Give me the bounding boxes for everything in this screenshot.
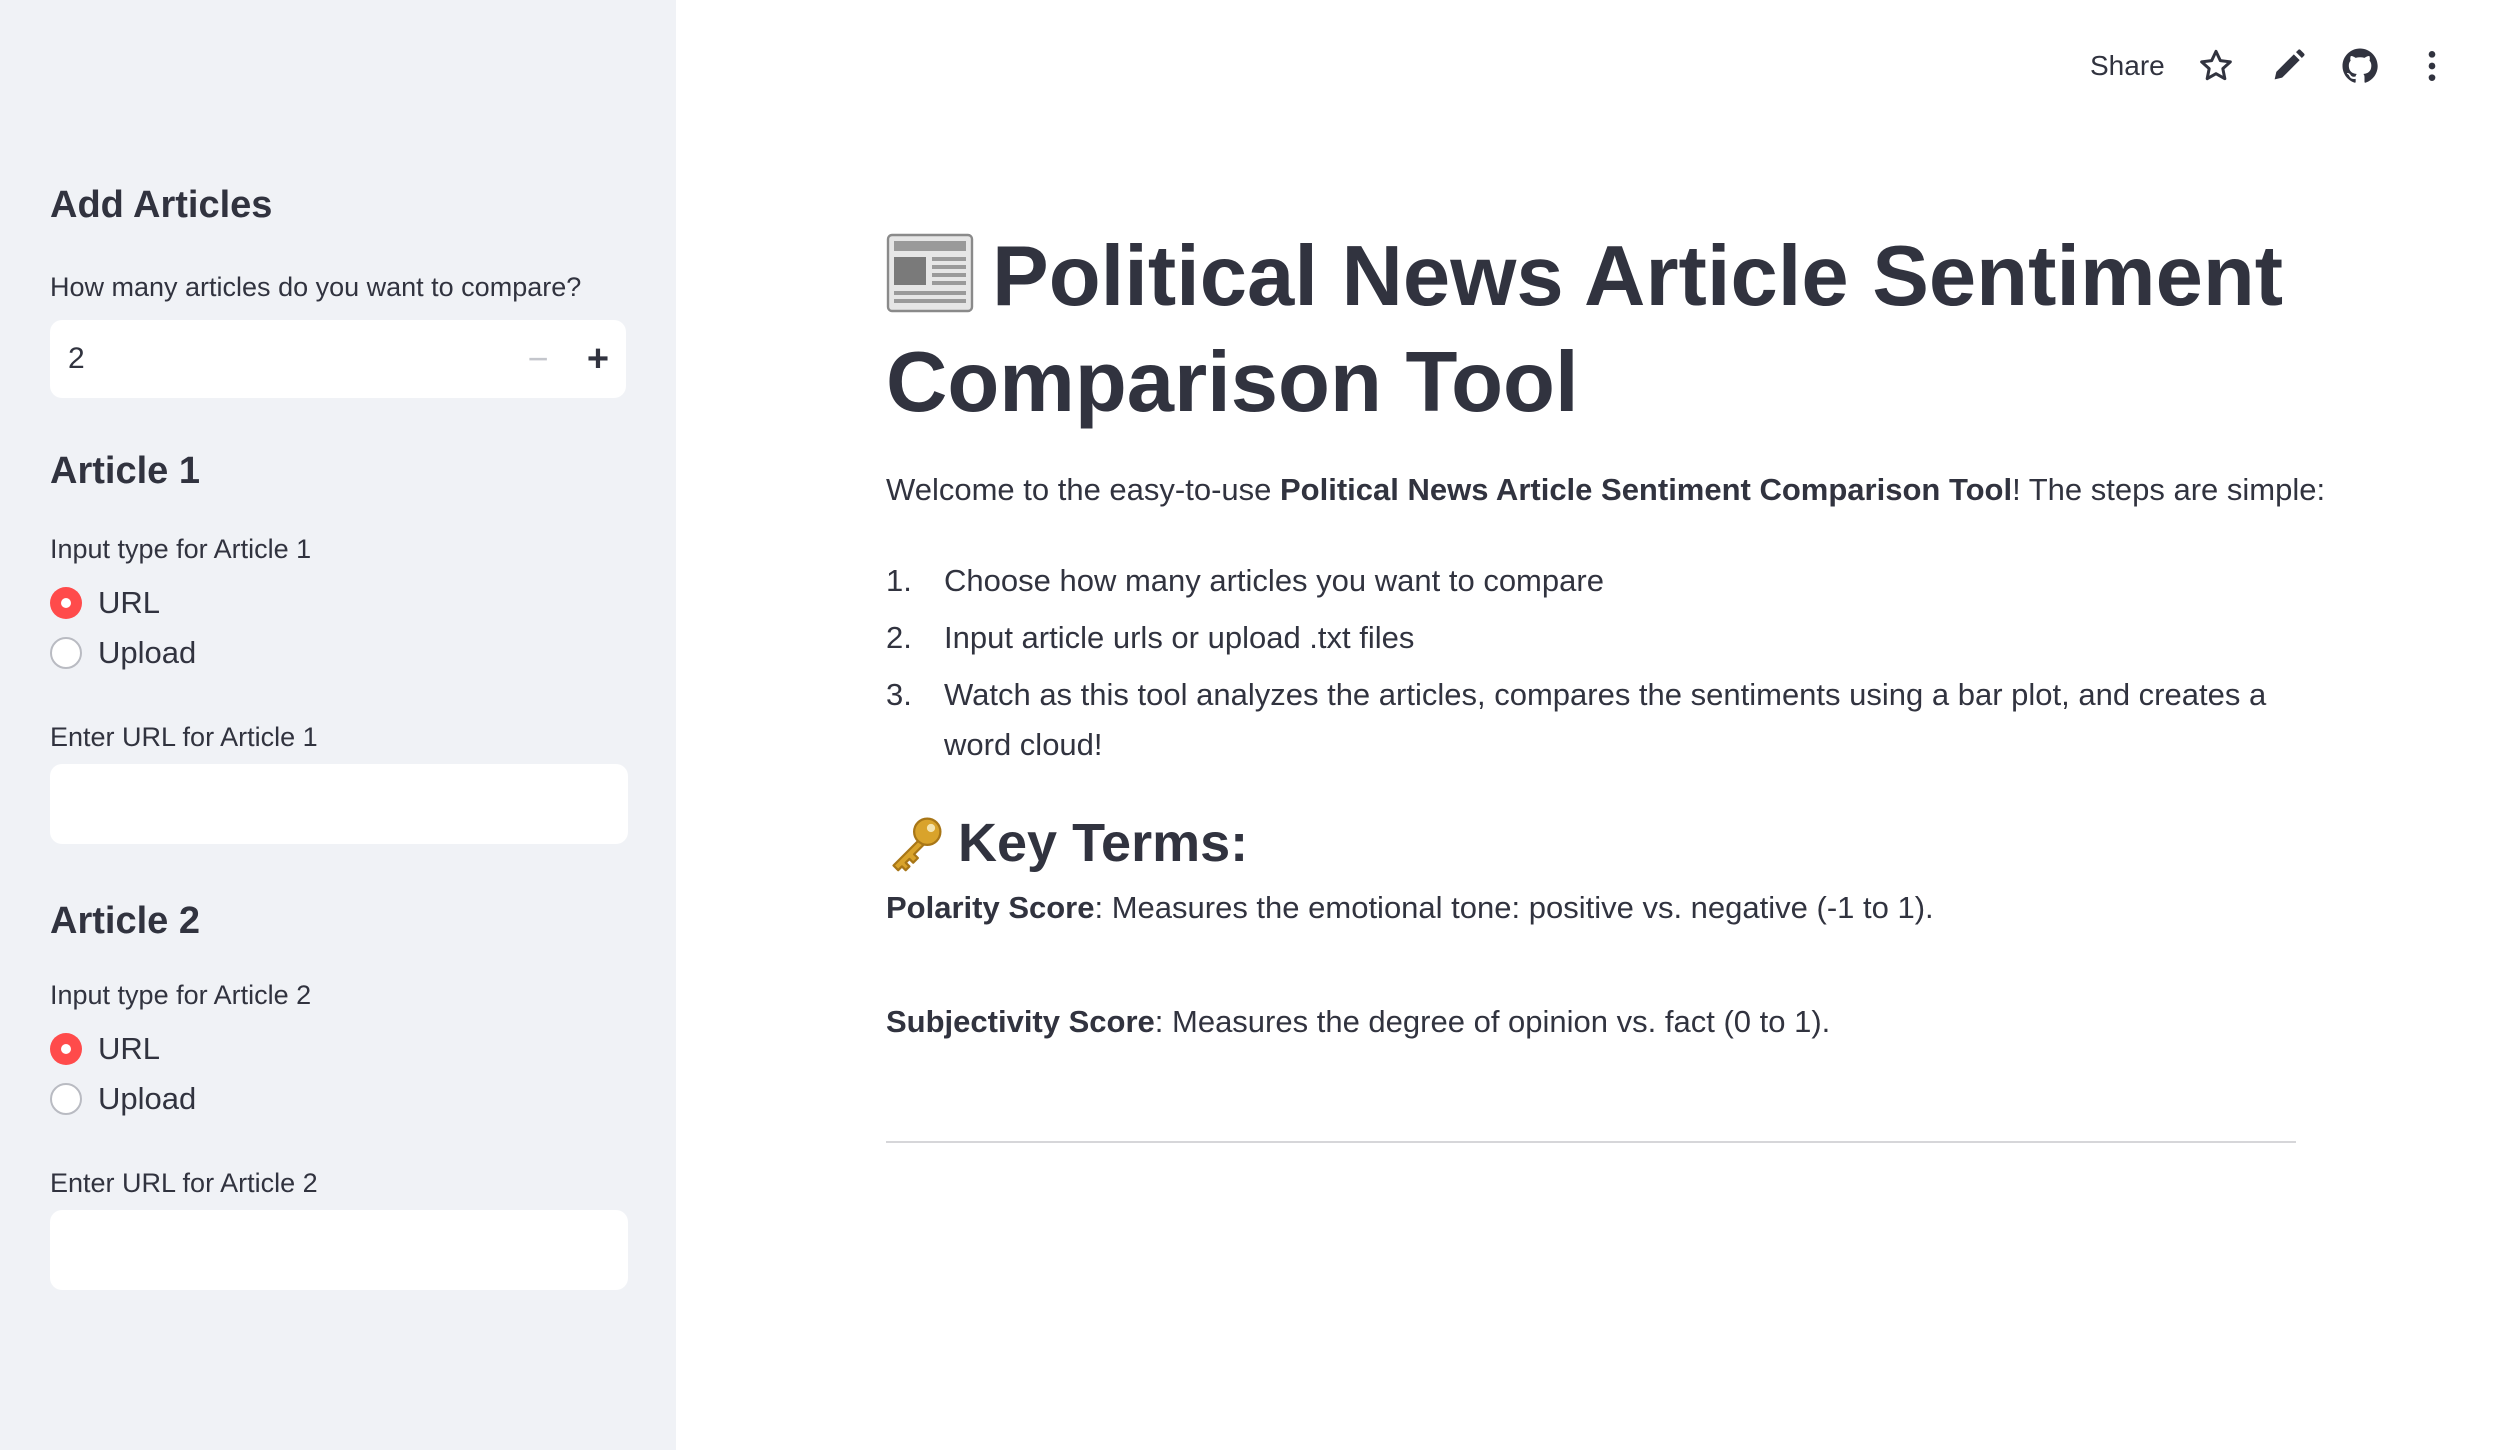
star-icon[interactable]	[2196, 46, 2236, 86]
step-number: 2.	[886, 620, 912, 655]
steps-list: 1. Choose how many articles you want to …	[886, 556, 2316, 777]
step-text: Watch as this tool analyzes the articles…	[944, 677, 2267, 762]
radio-selected-indicator[interactable]	[50, 587, 82, 619]
page-title: Political News Article Sentiment Compari…	[886, 224, 2326, 436]
radio-indicator[interactable]	[50, 637, 82, 669]
increment-button[interactable]: +	[570, 328, 626, 390]
key-terms-title: Key Terms:	[958, 813, 1249, 873]
article-2-radio-url[interactable]: URL	[50, 1029, 160, 1069]
step-text: Choose how many articles you want to com…	[944, 563, 1604, 598]
list-item: 1. Choose how many articles you want to …	[886, 556, 2316, 606]
term-subjectivity: Subjectivity Score: Measures the degree …	[886, 1004, 1830, 1040]
article-1-heading: Article 1	[50, 450, 200, 492]
sidebar-heading: Add Articles	[50, 184, 273, 226]
github-icon[interactable]	[2340, 46, 2380, 86]
article-count-value[interactable]: 2	[68, 342, 85, 376]
decrement-button[interactable]: −	[510, 328, 566, 390]
sidebar: Add Articles How many articles do you wa…	[0, 0, 676, 1450]
article-1-url-label: Enter URL for Article 1	[50, 722, 318, 752]
term-description: : Measures the emotional tone: positive …	[1094, 890, 1934, 925]
article-1-url-input[interactable]	[50, 764, 628, 844]
radio-label[interactable]: URL	[98, 1031, 160, 1067]
radio-indicator[interactable]	[50, 1083, 82, 1115]
term-polarity: Polarity Score: Measures the emotional t…	[886, 890, 1934, 926]
step-text: Input article urls or upload .txt files	[944, 620, 1415, 655]
key-icon	[892, 817, 942, 872]
article-count-label: How many articles do you want to compare…	[50, 272, 582, 302]
list-item: 2. Input article urls or upload .txt fil…	[886, 613, 2316, 663]
article-2-input-type-label: Input type for Article 2	[50, 980, 312, 1010]
article-2-radio-upload[interactable]: Upload	[50, 1079, 196, 1119]
radio-label[interactable]: Upload	[98, 635, 196, 671]
pencil-icon[interactable]	[2268, 46, 2308, 86]
article-2-url-input[interactable]	[50, 1210, 628, 1290]
horizontal-divider	[886, 1141, 2296, 1143]
article-count-stepper[interactable]: 2 − +	[50, 320, 626, 398]
radio-label[interactable]: URL	[98, 585, 160, 621]
intro-prefix: Welcome to the easy-to-use	[886, 472, 1280, 507]
step-number: 3.	[886, 677, 912, 712]
share-button[interactable]: Share	[2090, 50, 2165, 82]
article-2-heading: Article 2	[50, 900, 200, 942]
article-1-radio-upload[interactable]: Upload	[50, 633, 196, 673]
article-1-radio-url[interactable]: URL	[50, 583, 160, 623]
list-item: 3. Watch as this tool analyzes the artic…	[886, 670, 2316, 770]
term-description: : Measures the degree of opinion vs. fac…	[1154, 1004, 1831, 1039]
more-vertical-icon[interactable]	[2412, 46, 2452, 86]
intro-bold: Political News Article Sentiment Compari…	[1280, 472, 2013, 507]
intro-paragraph: Welcome to the easy-to-use Political New…	[886, 472, 2325, 508]
article-2-url-label: Enter URL for Article 2	[50, 1168, 318, 1198]
term-name: Subjectivity Score	[886, 1004, 1155, 1039]
key-terms-heading: Key Terms:	[886, 812, 1248, 874]
radio-selected-indicator[interactable]	[50, 1033, 82, 1065]
intro-suffix: ! The steps are simple:	[2012, 472, 2326, 507]
newspaper-icon	[886, 233, 974, 313]
article-1-input-type-label: Input type for Article 1	[50, 534, 312, 564]
page-title-text: Political News Article Sentiment Compari…	[886, 229, 2284, 430]
term-name: Polarity Score	[886, 890, 1095, 925]
step-number: 1.	[886, 563, 912, 598]
radio-label[interactable]: Upload	[98, 1081, 196, 1117]
